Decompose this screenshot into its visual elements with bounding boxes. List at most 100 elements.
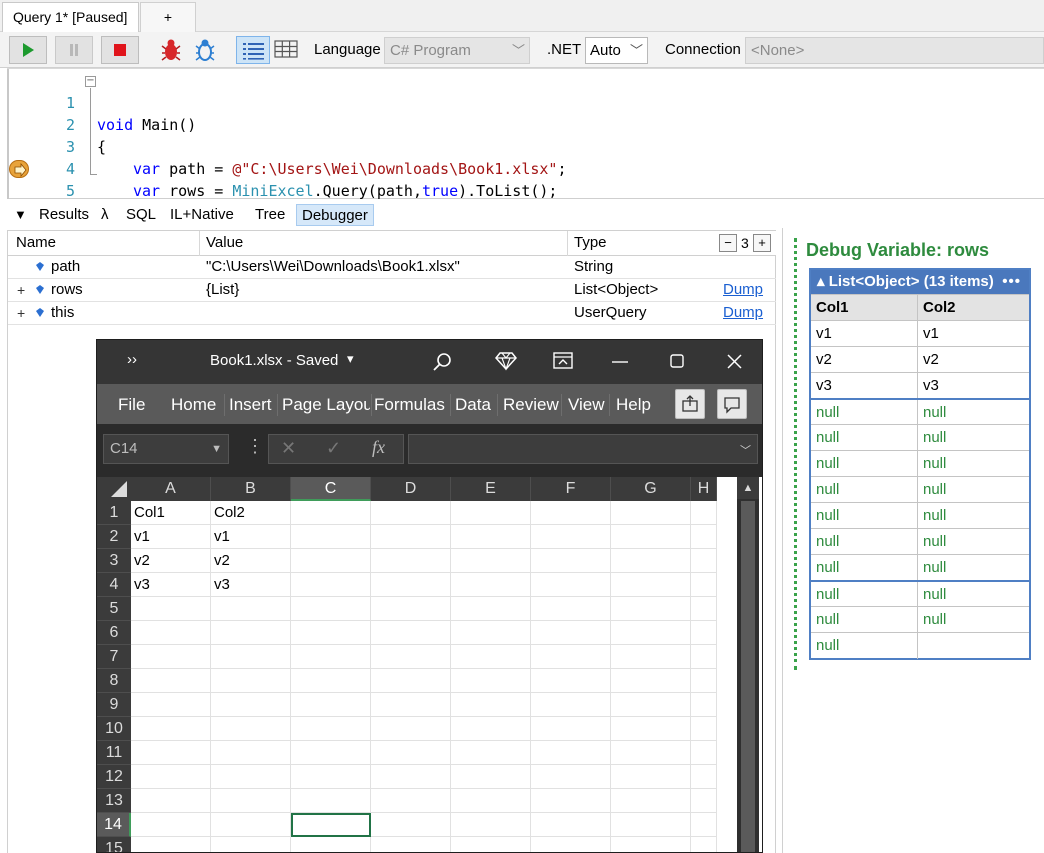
cell-a13[interactable] [131, 789, 211, 813]
cell-d12[interactable] [371, 765, 451, 789]
cell-c13[interactable] [291, 789, 371, 813]
column-header-value[interactable]: Value [206, 231, 243, 255]
cell-b2[interactable]: v1 [211, 525, 291, 549]
code-editor[interactable]: − 1 void Main() 2 { 3 var path = @"C:\Us… [7, 68, 1044, 224]
cell-g14[interactable] [611, 813, 691, 837]
cell-e3[interactable] [451, 549, 531, 573]
comments-button[interactable] [717, 389, 747, 419]
cell-e7[interactable] [451, 645, 531, 669]
debug-table-row[interactable]: null null [811, 424, 1029, 451]
row-header-7[interactable]: 7 [97, 645, 131, 669]
ribbon-tab-help[interactable]: Help [616, 395, 651, 415]
run-button[interactable] [9, 36, 47, 64]
cell-e5[interactable] [451, 597, 531, 621]
column-header-c[interactable]: C [291, 477, 371, 501]
excel-window[interactable]: ›› Book1.xlsx - Saved ▾ File Home Insert… [96, 339, 763, 853]
cell-b5[interactable] [211, 597, 291, 621]
cell-d5[interactable] [371, 597, 451, 621]
cancel-entry-icon[interactable]: ✕ [281, 438, 296, 459]
row-header-15[interactable]: 15 [97, 837, 131, 852]
cell-e9[interactable] [451, 693, 531, 717]
cell-b13[interactable] [211, 789, 291, 813]
cell-c11[interactable] [291, 741, 371, 765]
cell-b15[interactable] [211, 837, 291, 852]
column-header-name[interactable]: Name [16, 231, 56, 255]
cell-a12[interactable] [131, 765, 211, 789]
cell-b14[interactable] [211, 813, 291, 837]
more-options-icon[interactable]: ••• [1002, 270, 1021, 293]
cell-c1[interactable] [291, 501, 371, 525]
row-header-4[interactable]: 4 [97, 573, 131, 597]
cell-e15[interactable] [451, 837, 531, 852]
stop-button[interactable] [101, 36, 139, 64]
ribbon-tab-review[interactable]: Review [503, 395, 559, 415]
ribbon-tab-formulas[interactable]: Formulas [374, 395, 445, 415]
cell-d13[interactable] [371, 789, 451, 813]
column-header-b[interactable]: B [211, 477, 291, 501]
cell-c15[interactable] [291, 837, 371, 852]
cell-h1[interactable] [691, 501, 717, 525]
column-header-e[interactable]: E [451, 477, 531, 501]
cell-c7[interactable] [291, 645, 371, 669]
cell-e14[interactable] [451, 813, 531, 837]
tab-tree[interactable]: Tree [250, 204, 290, 226]
cell-e6[interactable] [451, 621, 531, 645]
row-header-1[interactable]: 1 [97, 501, 131, 525]
column-header-h[interactable]: H [691, 477, 717, 501]
cell-g4[interactable] [611, 573, 691, 597]
cell-f13[interactable] [531, 789, 611, 813]
share-button[interactable] [675, 389, 705, 419]
cell-b4[interactable]: v3 [211, 573, 291, 597]
cell-a9[interactable] [131, 693, 211, 717]
cell-h14[interactable] [691, 813, 717, 837]
cell-f8[interactable] [531, 669, 611, 693]
tab-debugger[interactable]: Debugger [296, 204, 374, 226]
tab-query-1[interactable]: Query 1* [Paused] [2, 2, 139, 32]
cell-f5[interactable] [531, 597, 611, 621]
expand-toggle[interactable]: + [17, 302, 25, 324]
cell-a8[interactable] [131, 669, 211, 693]
cell-b8[interactable] [211, 669, 291, 693]
cell-c3[interactable] [291, 549, 371, 573]
tab-sql[interactable]: SQL [121, 204, 161, 226]
row-header-5[interactable]: 5 [97, 597, 131, 621]
cell-e13[interactable] [451, 789, 531, 813]
cell-c10[interactable] [291, 717, 371, 741]
cell-g11[interactable] [611, 741, 691, 765]
cell-f10[interactable] [531, 717, 611, 741]
cell-f12[interactable] [531, 765, 611, 789]
cell-h6[interactable] [691, 621, 717, 645]
cell-e12[interactable] [451, 765, 531, 789]
depth-increase-button[interactable]: + [753, 234, 771, 252]
results-to-datagrids-button[interactable] [272, 36, 300, 64]
cell-g7[interactable] [611, 645, 691, 669]
cell-e1[interactable] [451, 501, 531, 525]
tab-il-native[interactable]: IL+Native [165, 204, 239, 226]
cell-g1[interactable] [611, 501, 691, 525]
row-header-10[interactable]: 10 [97, 717, 131, 741]
cell-d6[interactable] [371, 621, 451, 645]
debug-bug-step-button[interactable] [192, 36, 218, 64]
cell-a14[interactable] [131, 813, 211, 837]
title-dropdown-icon[interactable]: ▾ [347, 351, 354, 367]
locals-row-rows[interactable]: + rows {List} List<Object> Dump [8, 279, 776, 302]
ribbon-tab-file[interactable]: File [118, 395, 145, 415]
cell-d11[interactable] [371, 741, 451, 765]
cell-d9[interactable] [371, 693, 451, 717]
debug-table-row[interactable]: v2 v2 [811, 346, 1029, 373]
cell-g3[interactable] [611, 549, 691, 573]
cell-h7[interactable] [691, 645, 717, 669]
cell-h2[interactable] [691, 525, 717, 549]
search-icon[interactable] [432, 351, 454, 373]
cell-e2[interactable] [451, 525, 531, 549]
chevron-down-icon[interactable]: ▼ [211, 435, 222, 463]
cell-g10[interactable] [611, 717, 691, 741]
cell-c8[interactable] [291, 669, 371, 693]
expand-toggle[interactable]: + [17, 279, 25, 301]
column-header-f[interactable]: F [531, 477, 611, 501]
cell-h3[interactable] [691, 549, 717, 573]
row-header-3[interactable]: 3 [97, 549, 131, 573]
row-header-11[interactable]: 11 [97, 741, 131, 765]
cell-h13[interactable] [691, 789, 717, 813]
cell-a11[interactable] [131, 741, 211, 765]
